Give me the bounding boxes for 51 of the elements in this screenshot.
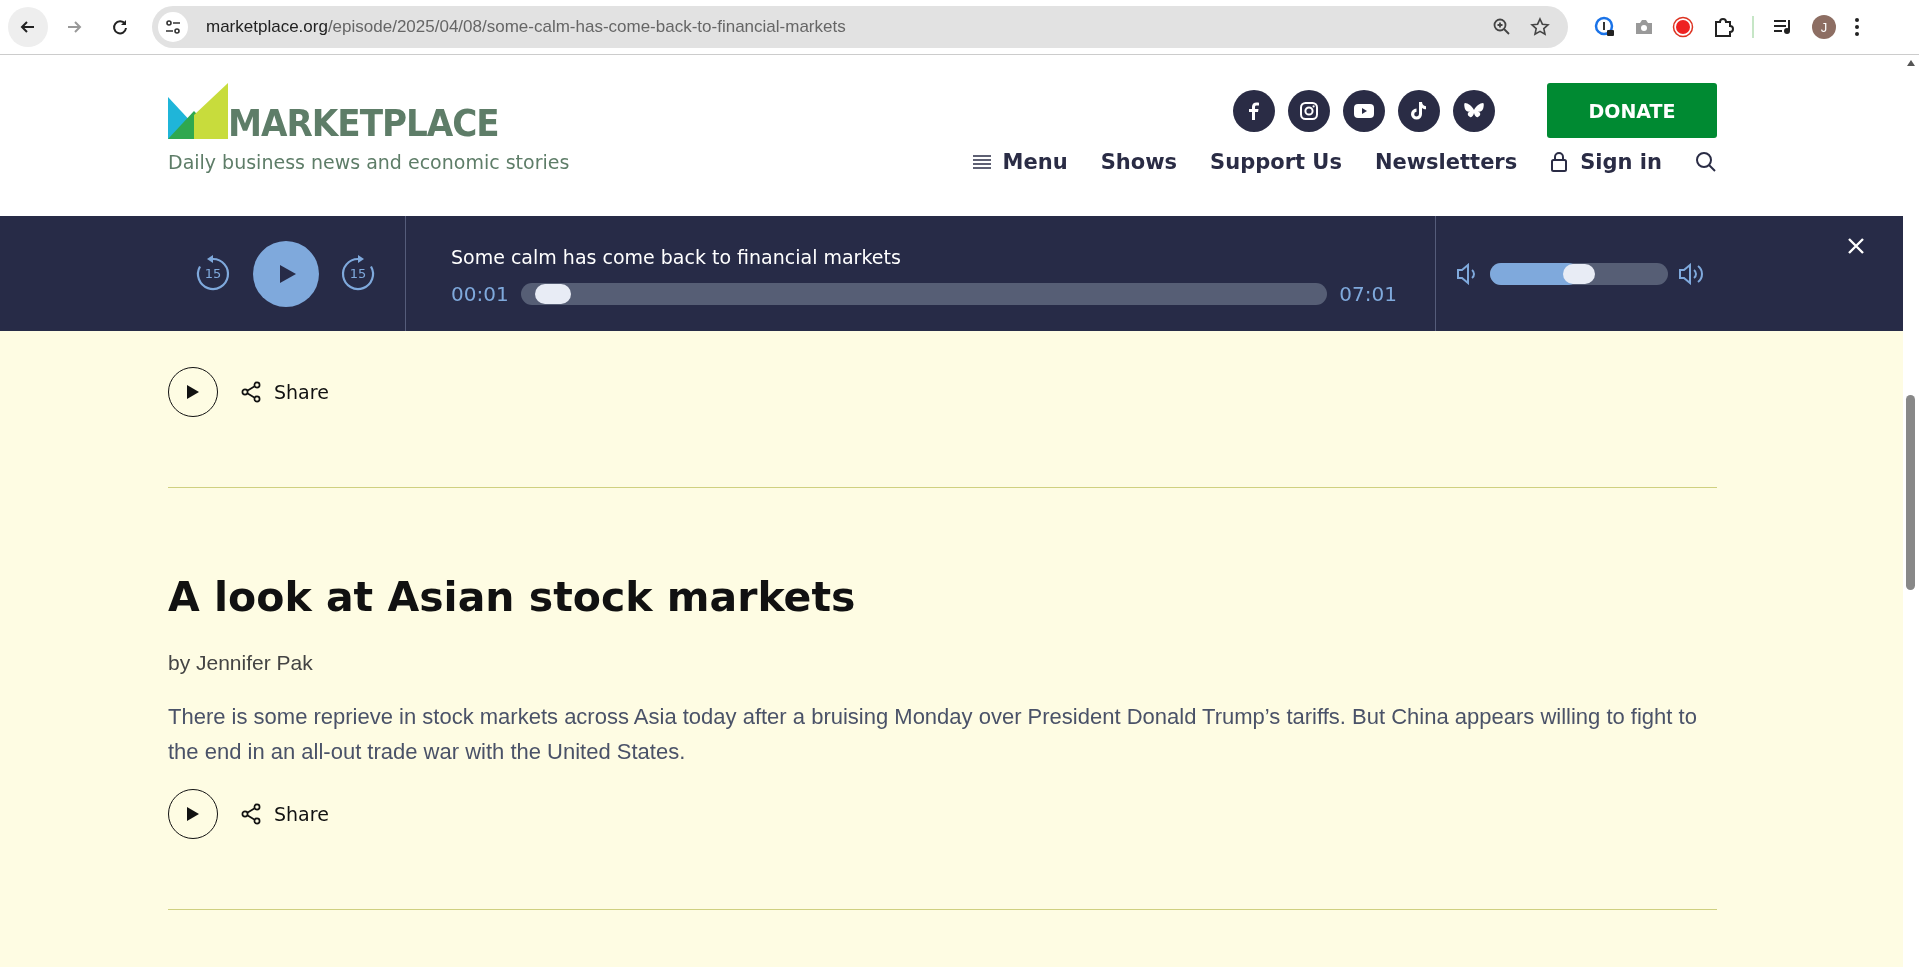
sign-in-link[interactable]: Sign in (1550, 150, 1662, 174)
back-icon[interactable] (8, 7, 48, 47)
elapsed-time: 00:01 (451, 282, 509, 306)
site-settings-icon (158, 12, 188, 42)
menu-icon (972, 154, 991, 170)
butterfly-icon[interactable] (1453, 89, 1495, 132)
facebook-icon[interactable] (1233, 89, 1275, 132)
story-summary: There is some reprieve in stock markets across Asia today after a bruising Monday over President Donald Trump’s tariffs. But China appears willing to fight to the end in an all-out trade war with the United States. (168, 703, 1698, 766)
duration-time: 07:01 (1339, 282, 1397, 306)
share-link[interactable]: Share (240, 381, 329, 403)
share-icon (240, 803, 262, 825)
volume-high-icon[interactable] (1678, 262, 1706, 285)
byline: by Jennifer Pak (168, 651, 314, 675)
star-icon[interactable] (1530, 17, 1550, 37)
donate-button[interactable]: DONATE (1547, 83, 1717, 138)
url-text: marketplace.org/episode/2025/04/08/some-calm-has-come-back-to-financial-markets (206, 17, 846, 37)
search-icon[interactable] (1695, 151, 1717, 173)
logo-mark-icon (168, 83, 228, 139)
play-button[interactable] (168, 367, 218, 417)
volume-slider[interactable] (1490, 262, 1668, 285)
volume-thumb[interactable] (1563, 263, 1595, 284)
zoom-icon[interactable] (1492, 17, 1512, 37)
nav-link[interactable]: Newsletters (1374, 150, 1518, 174)
address-bar[interactable]: marketplace.org/episode/2025/04/08/some-calm-has-come-back-to-financial-markets (152, 6, 1568, 48)
extension-icon[interactable] (1594, 16, 1616, 38)
more-icon[interactable] (1854, 17, 1860, 37)
tiktok-icon[interactable] (1398, 89, 1440, 132)
tagline: Daily business news and economic stories (168, 151, 570, 173)
logo-text[interactable]: MARKETPLACE (228, 105, 499, 141)
menu-button[interactable]: Menu (972, 150, 1068, 174)
youtube-icon[interactable] (1343, 89, 1385, 132)
camera-icon[interactable] (1634, 18, 1654, 36)
scroll-up-arrow-icon[interactable] (1906, 59, 1916, 67)
puzzle-icon[interactable] (1712, 16, 1734, 38)
play-button[interactable] (168, 789, 218, 839)
share-link[interactable]: Share (240, 803, 329, 825)
share-icon (240, 381, 262, 403)
nav-link[interactable]: Shows (1100, 150, 1178, 174)
story-title[interactable]: A look at Asian stock markets (168, 573, 1717, 621)
close-icon[interactable] (1847, 237, 1865, 255)
profile-avatar[interactable]: J (1812, 15, 1836, 39)
progress-track[interactable] (520, 283, 1328, 305)
skip-forward-button[interactable]: 15 (339, 254, 377, 293)
lock-icon (1550, 151, 1569, 173)
progress-thumb[interactable] (534, 284, 571, 304)
nav-link[interactable]: Support Us (1210, 150, 1342, 174)
episode-title: Some calm has come back to financial markets (451, 246, 902, 268)
instagram-icon[interactable] (1288, 89, 1330, 132)
record-icon[interactable] (1672, 16, 1694, 38)
scrollbar-thumb[interactable] (1906, 395, 1915, 590)
skip-back-button[interactable]: 15 (194, 254, 232, 293)
